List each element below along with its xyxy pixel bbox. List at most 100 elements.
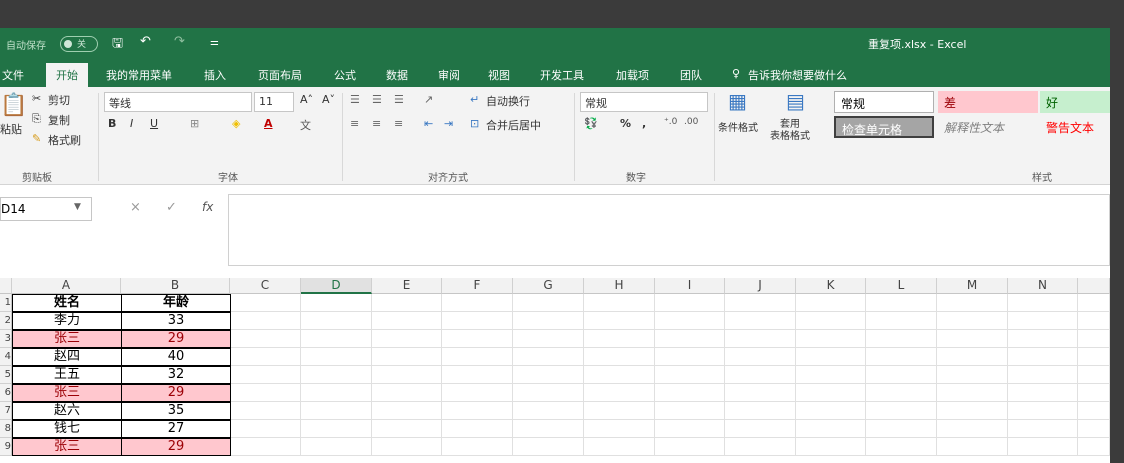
grid-cell[interactable] — [1078, 384, 1110, 402]
duplicate-cell[interactable]: 张三 — [12, 438, 122, 456]
grid-cell[interactable] — [301, 330, 372, 348]
grid-cell[interactable] — [1078, 402, 1110, 420]
name-box-dropdown-icon[interactable]: ▼ — [74, 202, 81, 212]
data-cell[interactable]: 40 — [121, 348, 231, 366]
grid-cell[interactable] — [1008, 330, 1078, 348]
grid-cell[interactable] — [1078, 312, 1110, 330]
copy-icon[interactable]: ⎘ — [32, 112, 41, 126]
number-format-select[interactable]: 常规 — [580, 92, 708, 112]
column-header[interactable]: N — [1008, 278, 1078, 294]
grid-cell[interactable] — [725, 402, 796, 420]
row-header[interactable]: 8 — [0, 420, 12, 438]
grid-cell[interactable] — [301, 402, 372, 420]
column-header[interactable]: C — [230, 278, 301, 294]
undo-icon[interactable]: ↶ — [140, 34, 151, 49]
select-all-corner[interactable] — [0, 278, 12, 294]
tab-home[interactable]: 开始 — [46, 63, 88, 87]
grid-cell[interactable] — [1008, 348, 1078, 366]
grid-cell[interactable] — [655, 294, 725, 312]
column-header[interactable]: M — [937, 278, 1008, 294]
grid-cell[interactable] — [1008, 438, 1078, 456]
grid-cell[interactable] — [584, 384, 655, 402]
grid-cell[interactable] — [230, 420, 301, 438]
grid-cell[interactable] — [937, 330, 1008, 348]
grid-cell[interactable] — [230, 294, 301, 312]
grid-cell[interactable] — [866, 384, 937, 402]
grid-cell[interactable] — [372, 420, 442, 438]
row-header[interactable]: 5 — [0, 366, 12, 384]
grid-cell[interactable] — [372, 294, 442, 312]
grid-cell[interactable] — [1078, 294, 1110, 312]
grid-cell[interactable] — [584, 312, 655, 330]
data-cell[interactable]: 33 — [121, 312, 231, 330]
grid-cell[interactable] — [655, 366, 725, 384]
grid-cell[interactable] — [513, 402, 584, 420]
grid-cell[interactable] — [937, 438, 1008, 456]
table-header-cell[interactable]: 姓名 — [12, 294, 122, 312]
grid-cell[interactable] — [1008, 366, 1078, 384]
decrease-decimal-icon[interactable]: .00 — [684, 117, 698, 127]
grid-cell[interactable] — [1008, 294, 1078, 312]
data-cell[interactable]: 32 — [121, 366, 231, 384]
grid-cell[interactable] — [796, 348, 866, 366]
style-check-cell[interactable]: 检查单元格 — [834, 116, 934, 138]
grid-cell[interactable] — [1078, 366, 1110, 384]
comma-button[interactable]: , — [642, 117, 646, 130]
grid-cell[interactable] — [725, 294, 796, 312]
grid-cell[interactable] — [301, 420, 372, 438]
row-header[interactable]: 3 — [0, 330, 12, 348]
tab-page-layout[interactable]: 页面布局 — [258, 67, 302, 83]
grid-cell[interactable] — [230, 312, 301, 330]
column-header[interactable]: F — [442, 278, 513, 294]
grid-cell[interactable] — [230, 438, 301, 456]
tab-insert[interactable]: 插入 — [204, 67, 226, 83]
duplicate-cell[interactable]: 张三 — [12, 384, 122, 402]
grid-cell[interactable] — [584, 330, 655, 348]
grid-cell[interactable] — [655, 384, 725, 402]
decrease-indent-icon[interactable]: ⇤ — [424, 117, 433, 130]
grid-cell[interactable] — [866, 294, 937, 312]
format-as-table-icon[interactable]: ▤ — [786, 89, 805, 113]
tell-me-input[interactable]: 告诉我你想要做什么 — [748, 67, 847, 83]
grid-cell[interactable] — [937, 384, 1008, 402]
grid-cell[interactable] — [937, 294, 1008, 312]
duplicate-cell[interactable]: 张三 — [12, 330, 122, 348]
format-as-table-button[interactable]: 套用 表格格式 — [770, 119, 810, 143]
grid-cell[interactable] — [866, 330, 937, 348]
column-header[interactable]: A — [12, 278, 121, 294]
style-warning[interactable]: 警告文本 — [1040, 116, 1110, 138]
grid-cell[interactable] — [655, 438, 725, 456]
percent-button[interactable]: % — [620, 117, 631, 130]
duplicate-cell[interactable]: 29 — [121, 330, 231, 348]
grid-cell[interactable] — [513, 348, 584, 366]
cancel-icon[interactable]: × — [130, 200, 141, 215]
align-right-icon[interactable]: ≡ — [394, 117, 403, 130]
tab-view[interactable]: 视图 — [488, 67, 510, 83]
grid-cell[interactable] — [796, 366, 866, 384]
grid-cell[interactable] — [513, 366, 584, 384]
grid-cell[interactable] — [301, 348, 372, 366]
grid-cell[interactable] — [513, 420, 584, 438]
column-header[interactable]: L — [866, 278, 937, 294]
underline-button[interactable]: U — [150, 117, 158, 130]
grid-cell[interactable] — [372, 384, 442, 402]
grid-cell[interactable] — [1078, 438, 1110, 456]
data-cell[interactable]: 钱七 — [12, 420, 122, 438]
data-cell[interactable]: 35 — [121, 402, 231, 420]
grid-cell[interactable] — [866, 312, 937, 330]
grid-cell[interactable] — [584, 402, 655, 420]
grid-cell[interactable] — [796, 330, 866, 348]
tab-developer[interactable]: 开发工具 — [540, 67, 584, 83]
grid-cell[interactable] — [796, 438, 866, 456]
insert-function-icon[interactable]: fx — [202, 200, 213, 214]
column-header[interactable]: H — [584, 278, 655, 294]
cut-button[interactable]: 剪切 — [48, 92, 70, 108]
formula-input[interactable] — [228, 194, 1110, 266]
enter-icon[interactable]: ✓ — [166, 200, 177, 215]
grid-cell[interactable] — [1008, 420, 1078, 438]
tab-team[interactable]: 团队 — [680, 67, 702, 83]
grid-cell[interactable] — [725, 330, 796, 348]
grid-cell[interactable] — [513, 438, 584, 456]
column-header[interactable]: I — [655, 278, 725, 294]
accounting-format-icon[interactable]: 💱 — [584, 117, 598, 130]
